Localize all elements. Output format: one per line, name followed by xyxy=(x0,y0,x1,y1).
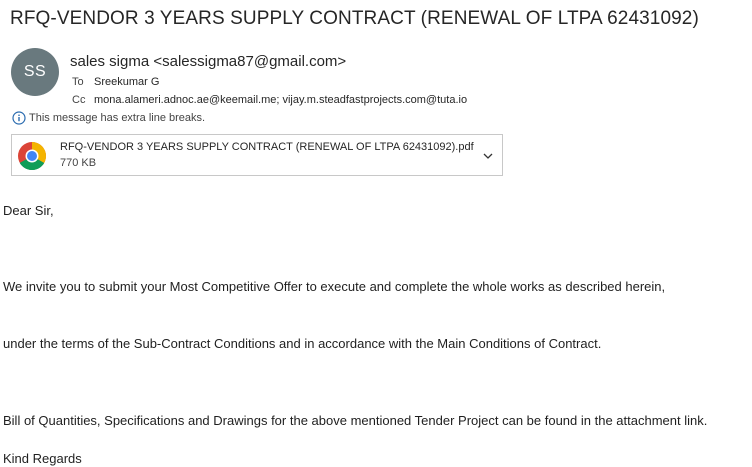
sender-name[interactable]: sales sigma <salessigma87@gmail.com> xyxy=(70,53,346,70)
body-closing: Kind Regards xyxy=(3,451,82,466)
email-subject: RFQ-VENDOR 3 YEARS SUPPLY CONTRACT (RENE… xyxy=(10,8,699,29)
chrome-icon xyxy=(17,141,47,171)
body-paragraph-2: under the terms of the Sub-Contract Cond… xyxy=(3,336,602,351)
cc-label: Cc xyxy=(72,94,86,106)
attachment-size: 770 KB xyxy=(60,157,97,169)
chevron-down-icon[interactable] xyxy=(482,149,494,161)
attachment-filename[interactable]: RFQ-VENDOR 3 YEARS SUPPLY CONTRACT (RENE… xyxy=(60,141,474,153)
extra-line-breaks-notice[interactable]: This message has extra line breaks. xyxy=(12,111,205,125)
info-icon xyxy=(12,111,26,125)
to-recipient[interactable]: Sreekumar G xyxy=(94,76,159,88)
body-paragraph-3: Bill of Quantities, Specifications and D… xyxy=(3,413,708,428)
to-label: To xyxy=(72,76,84,88)
body-paragraph-1: We invite you to submit your Most Compet… xyxy=(3,279,666,294)
body-greeting: Dear Sir, xyxy=(3,203,54,218)
sender-avatar[interactable]: SS xyxy=(11,48,59,96)
notice-text: This message has extra line breaks. xyxy=(29,112,206,124)
cc-recipients[interactable]: mona.alameri.adnoc.ae@keemail.me; vijay.… xyxy=(94,94,467,106)
attachment-card[interactable]: RFQ-VENDOR 3 YEARS SUPPLY CONTRACT (RENE… xyxy=(11,134,503,176)
